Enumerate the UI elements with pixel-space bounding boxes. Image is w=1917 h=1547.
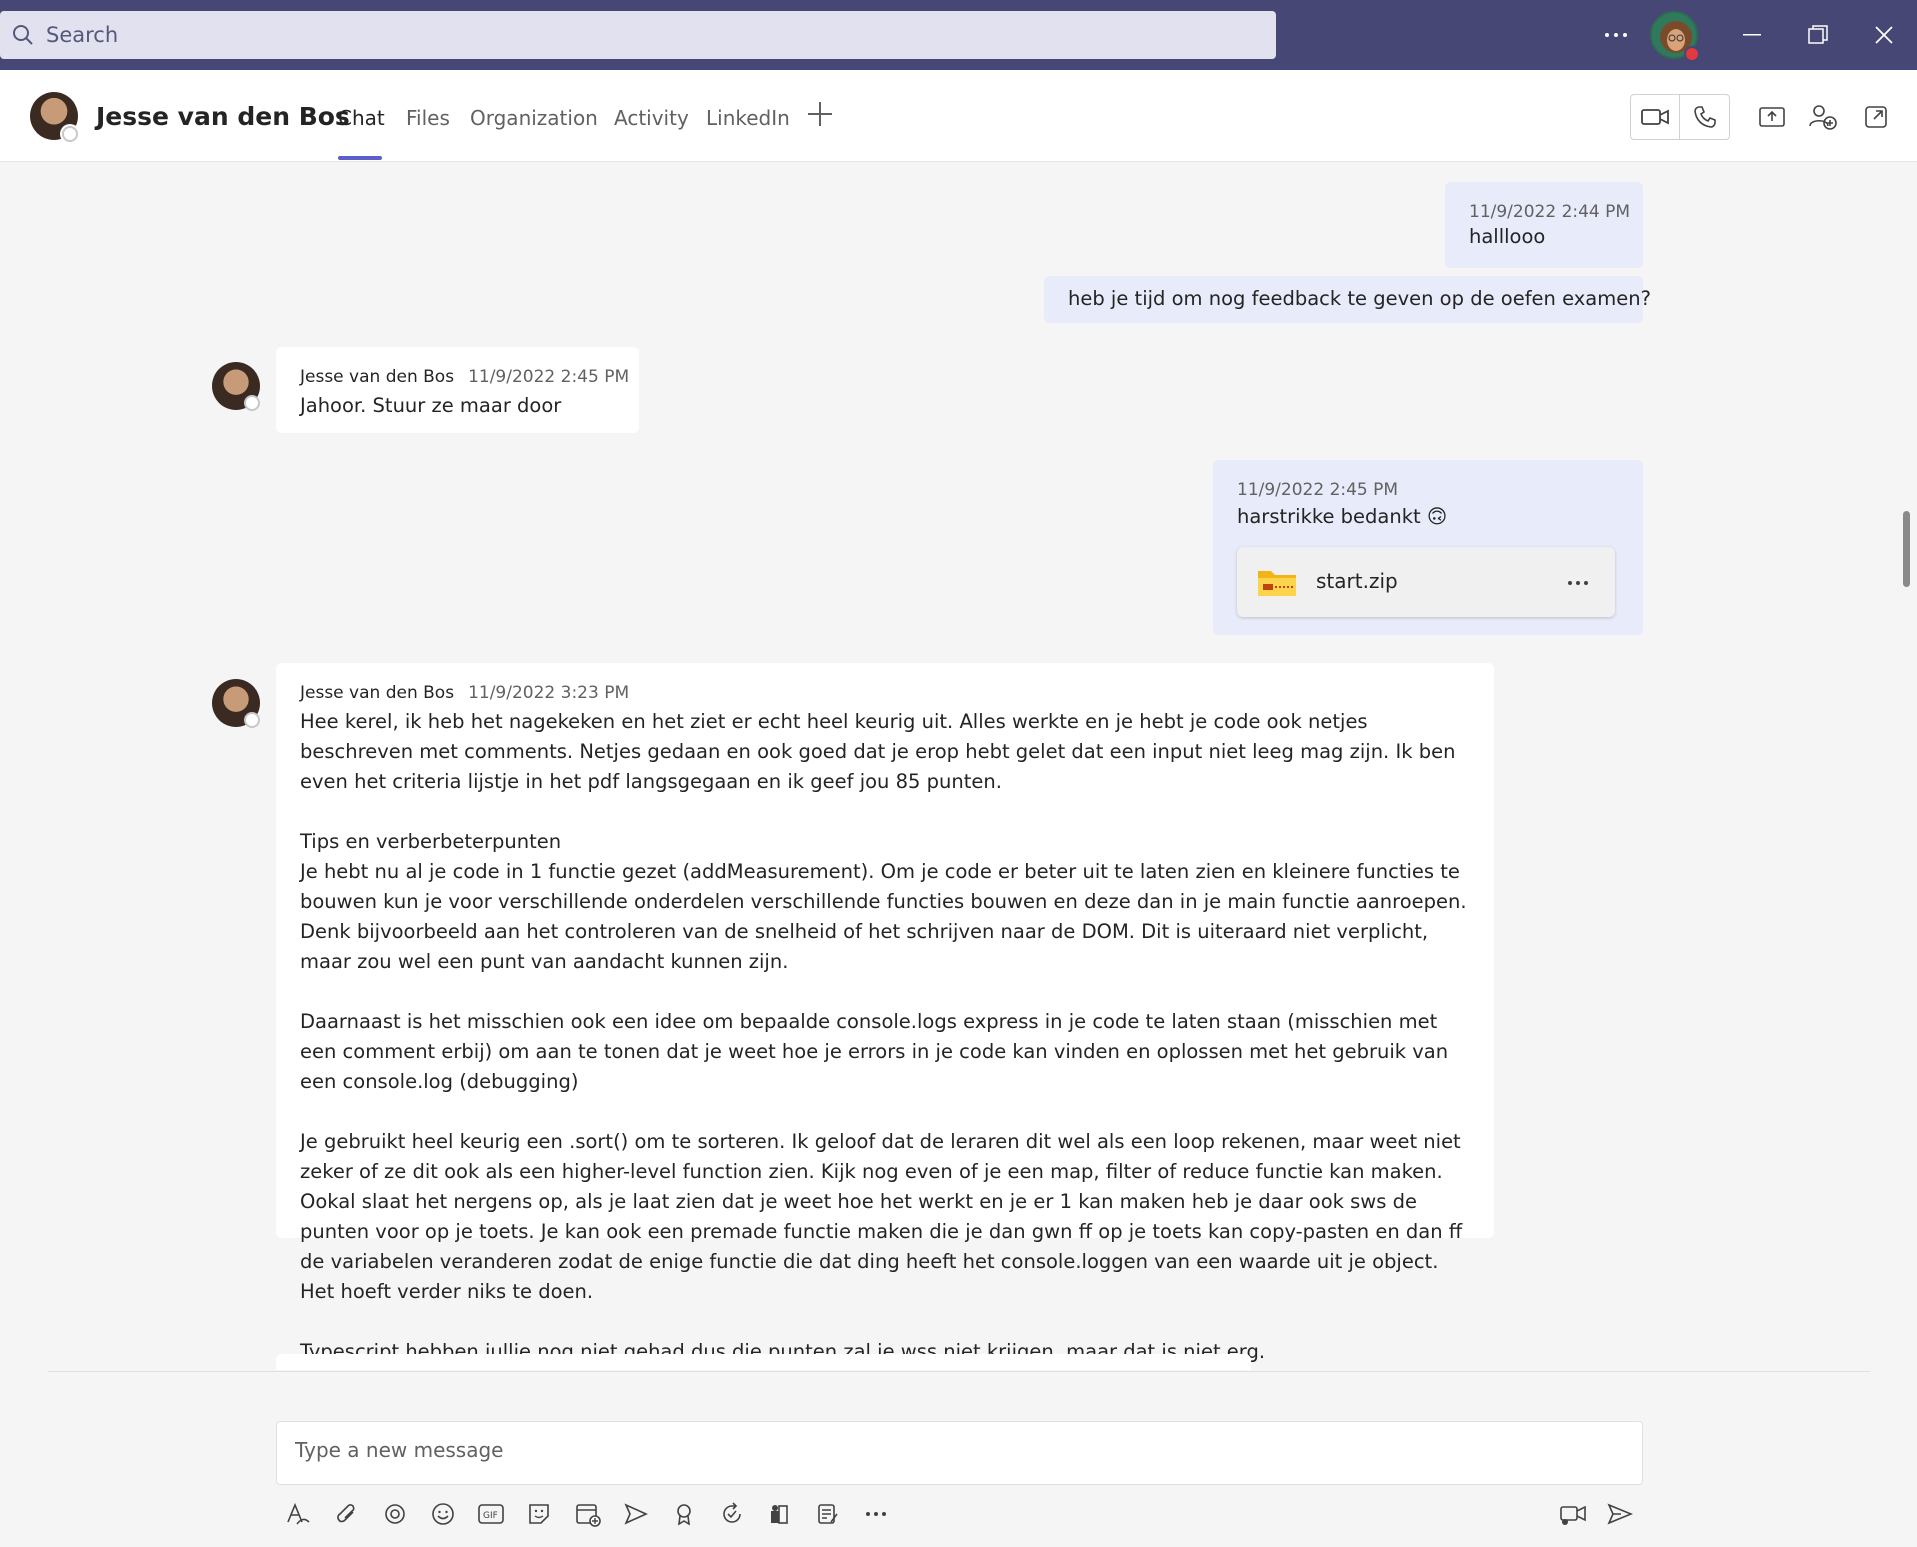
message-paragraph: Hee kerel, ik heb het nagekeken en het z… [300,710,1456,793]
chat-header: Jesse van den Bos Chat Files Organizatio… [0,70,1917,162]
meet-now-icon[interactable] [1555,1496,1591,1532]
message-text: Jahoor. Stuur ze maar door [300,394,562,417]
call-buttons [1630,94,1730,140]
offline-presence-icon [244,395,260,411]
share-screen-icon[interactable] [1757,102,1787,132]
restore-icon[interactable] [1786,0,1850,70]
their-message: Jesse van den Bos 11/9/2022 3:23 PM Hee k… [276,663,1494,1363]
praise-icon[interactable] [666,1496,702,1532]
message-input[interactable] [295,1438,1615,1462]
emoji-icon[interactable] [425,1496,461,1532]
offline-presence-icon [62,126,78,142]
tab-activity[interactable]: Activity [614,106,689,130]
pop-out-icon[interactable] [1861,102,1891,132]
message-sender: Jesse van den Bos [300,367,455,387]
message-text: heb je tijd om nog feedback te geven op … [1068,287,1651,310]
updates-icon[interactable] [714,1496,750,1532]
attach-icon[interactable] [329,1496,365,1532]
message-paragraph: Je hebt nu al je code in 1 functie gezet… [300,860,1467,973]
forms-icon[interactable] [810,1496,846,1532]
format-icon[interactable] [280,1496,316,1532]
search-box[interactable] [0,11,1276,59]
offline-presence-icon [244,712,260,728]
contact-name: Jesse van den Bos [96,102,350,131]
send-icon[interactable] [1602,1496,1638,1532]
message-list[interactable]: 11/9/2022 2:44 PM halllooo heb je tijd o… [0,163,1917,1370]
tab-organization[interactable]: Organization [470,106,598,130]
file-attachment[interactable]: start.zip [1237,547,1615,617]
message-paragraph: Je gebruikt heel keurig een .sort() om t… [300,1130,1463,1303]
scrollbar[interactable] [1903,511,1910,587]
sticker-icon[interactable] [521,1496,557,1532]
add-tab-icon[interactable] [806,100,834,128]
message-text: harstrikke bedankt 🙃 [1237,505,1448,528]
close-icon[interactable] [1852,0,1916,70]
message-timestamp: 11/9/2022 3:23 PM [468,683,630,703]
my-message: heb je tijd om nog feedback te geven op … [1044,276,1651,323]
message-timestamp: 11/9/2022 2:44 PM [1469,202,1631,222]
message-paragraph: Daarnaast is het misschien ook een idee … [300,1010,1449,1093]
tab-chat[interactable]: Chat [338,106,385,130]
video-call-icon[interactable] [1631,95,1681,139]
busy-presence-icon [1684,46,1700,62]
active-tab-indicator [338,156,382,160]
search-input[interactable] [46,23,1246,47]
file-name: start.zip [1316,569,1398,593]
more-icon[interactable] [1584,0,1648,70]
approvals-icon[interactable] [762,1496,798,1532]
compose-box[interactable] [276,1421,1643,1485]
message-timestamp: 11/9/2022 2:45 PM [468,367,630,387]
minimize-icon[interactable] [1720,0,1784,70]
my-message: 11/9/2022 2:44 PM halllooo [1445,182,1643,268]
message-timestamp: 11/9/2022 2:45 PM [1237,480,1399,500]
tab-files[interactable]: Files [406,106,450,130]
message-sender: Jesse van den Bos [300,683,455,703]
stream-icon[interactable] [618,1496,654,1532]
add-people-icon[interactable] [1808,102,1838,132]
schedule-meeting-icon[interactable] [570,1496,606,1532]
loop-icon[interactable] [377,1496,413,1532]
svg-text:GIF: GIF [483,1511,498,1521]
search-icon [0,11,46,59]
zip-file-icon [1257,567,1297,601]
tab-linkedin[interactable]: LinkedIn [706,106,790,130]
message-paragraph-heading: Tips en verberbeterpunten [300,830,562,853]
gif-icon[interactable]: GIF [473,1496,509,1532]
message-text: halllooo [1469,225,1546,248]
divider [48,1371,1870,1372]
my-message: 11/9/2022 2:45 PM harstrikke bedankt 🙃 s… [1213,460,1643,635]
their-message-partial [276,1354,1251,1370]
more-options-icon[interactable] [858,1496,894,1532]
audio-call-icon[interactable] [1680,95,1729,139]
their-message: Jesse van den Bos 11/9/2022 2:45 PM Jahoo… [276,347,639,433]
title-bar [0,0,1917,70]
more-icon[interactable] [1567,571,1589,590]
